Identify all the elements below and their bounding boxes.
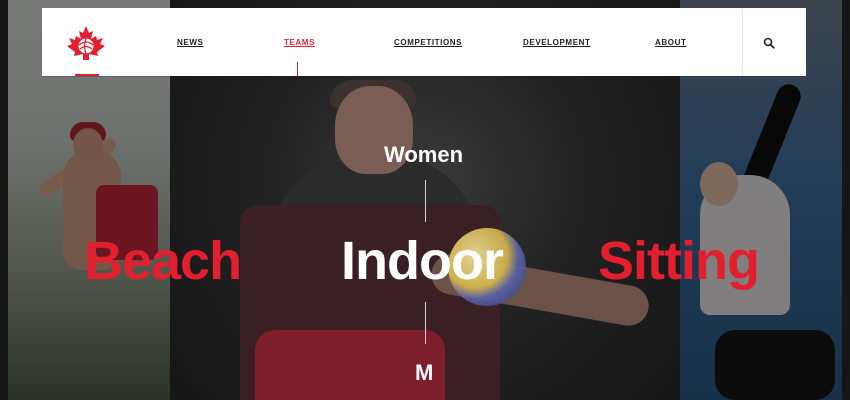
- nav-item-news[interactable]: NEWS: [177, 38, 203, 47]
- active-nav-indicator: [297, 62, 298, 76]
- divider-line-top: [425, 180, 426, 222]
- divider-line-bottom: [425, 302, 426, 344]
- nav-item-development[interactable]: DEVELOPMENT: [523, 38, 591, 47]
- search-divider: [742, 8, 743, 76]
- logo-accent-underline: [75, 74, 99, 76]
- nav-item-about[interactable]: ABOUT: [655, 38, 686, 47]
- nav-item-teams[interactable]: TEAMS: [284, 38, 315, 47]
- search-button[interactable]: [763, 37, 775, 49]
- maple-leaf-logo-icon: [67, 26, 105, 60]
- top-navigation: NEWS TEAMS COMPETITIONS DEVELOPMENT ABOU…: [42, 8, 806, 76]
- gender-women-link[interactable]: Women: [384, 142, 463, 168]
- discipline-sitting-link[interactable]: Sitting: [598, 230, 760, 292]
- gender-men-link[interactable]: M: [415, 360, 433, 386]
- discipline-indoor-link[interactable]: Indoor: [341, 230, 504, 292]
- nav-item-competitions[interactable]: COMPETITIONS: [394, 38, 462, 47]
- volleyball-canada-logo[interactable]: [66, 25, 106, 61]
- search-icon: [763, 37, 775, 49]
- discipline-beach-link[interactable]: Beach: [84, 230, 242, 292]
